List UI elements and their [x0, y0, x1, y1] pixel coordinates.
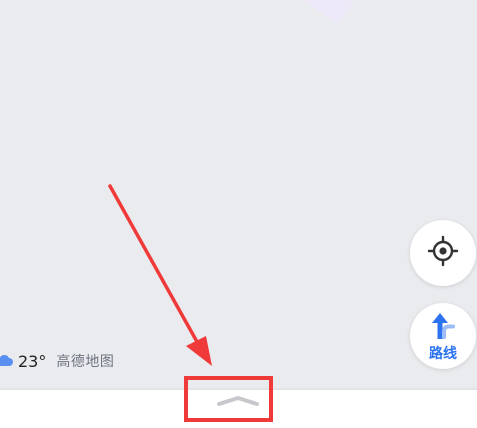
map-view[interactable]: [0, 0, 477, 390]
temperature-text: 23°: [18, 352, 47, 371]
map-area-shape: [288, 0, 368, 25]
annotation-highlight-box: [184, 376, 273, 422]
crosshair-icon: [426, 234, 460, 272]
turn-arrow-icon: [428, 311, 458, 345]
brand-logo-text: 高德地图: [56, 354, 115, 370]
locate-button[interactable]: [410, 220, 476, 286]
cloud-icon: [0, 352, 14, 372]
route-label: 路线: [429, 345, 457, 362]
weather-widget[interactable]: 23° 高德地图: [0, 349, 114, 375]
route-button[interactable]: 路线: [410, 303, 476, 369]
